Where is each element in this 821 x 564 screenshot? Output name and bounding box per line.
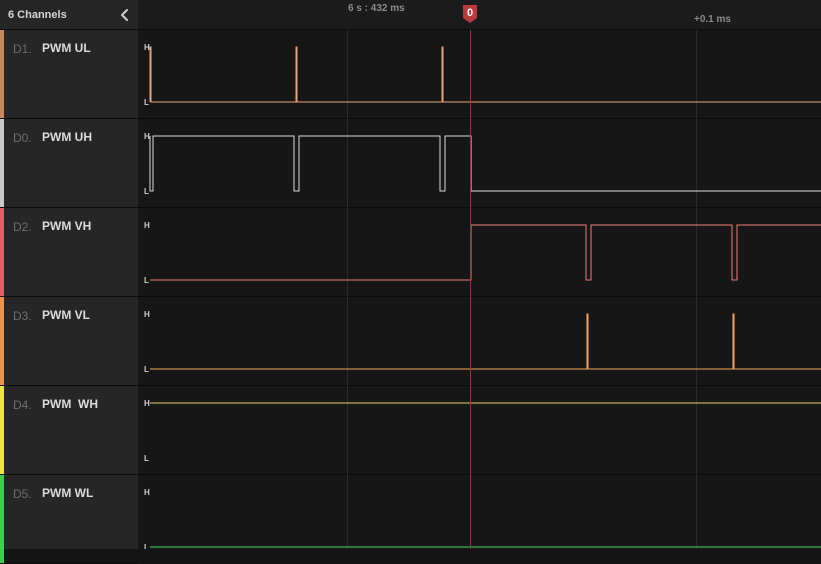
channel-name: PWM UH [42, 130, 92, 144]
waveform-canvas[interactable]: H L H L H L H L H L H L [138, 30, 821, 564]
channel-id: D1. [13, 42, 32, 56]
channel-sidebar: D1. PWM UL D0. PWM UH D2. PWM VH D3. PWM VL D4. P… [0, 30, 138, 564]
waveform-lane [138, 386, 821, 474]
level-high-label: H [144, 399, 150, 408]
channel-name: PWM UL [42, 41, 91, 55]
waveform-lane [138, 297, 821, 385]
channel-id: D3. [13, 309, 32, 323]
channel-color-strip [0, 119, 4, 207]
channel-color-strip [0, 475, 4, 563]
channel-row[interactable]: D5. PWM WL [0, 475, 138, 564]
channel-id: D5. [13, 487, 32, 501]
level-low-label: L [144, 98, 149, 107]
channel-color-strip [0, 386, 4, 474]
waveform-area[interactable]: H L H L H L H L H L H L [138, 30, 821, 564]
level-high-label: H [144, 221, 150, 230]
level-high-label: H [144, 43, 150, 52]
channel-name: PWM WL [42, 486, 94, 500]
waveform-lane [138, 119, 821, 207]
channel-row[interactable]: D2. PWM VH [0, 208, 138, 297]
level-low-label: L [144, 276, 149, 285]
channel-color-strip [0, 30, 4, 118]
channel-row[interactable]: D3. PWM VL [0, 297, 138, 386]
channel-row[interactable]: D1. PWM UL [0, 30, 138, 119]
channel-name: PWM WH [42, 397, 98, 411]
channel-row[interactable]: D0. PWM UH [0, 119, 138, 208]
channel-id: D2. [13, 220, 32, 234]
channel-id: D4. [13, 398, 32, 412]
level-low-label: L [144, 543, 149, 549]
level-high-label: H [144, 310, 150, 319]
waveform-lane [138, 475, 821, 563]
channel-row[interactable]: D4. PWM WH [0, 386, 138, 475]
channel-color-strip [0, 208, 4, 296]
level-high-label: H [144, 132, 150, 141]
channel-name: PWM VH [42, 219, 92, 233]
level-low-label: L [144, 454, 149, 463]
channel-count-label: 6 Channels [8, 9, 67, 21]
logic-analyzer-window: 6 Channels 6 s : 432 ms +0.1 ms D1. PWM U… [0, 0, 821, 564]
level-low-label: L [144, 365, 149, 374]
channel-id: D0. [13, 131, 32, 145]
channel-name: PWM VL [42, 308, 90, 322]
level-low-label: L [144, 187, 149, 196]
channel-color-strip [0, 297, 4, 385]
level-high-label: H [144, 488, 150, 497]
chevron-left-icon[interactable] [116, 6, 134, 24]
timeline-header[interactable]: 6 s : 432 ms +0.1 ms [138, 0, 821, 30]
sidebar-header: 6 Channels [0, 0, 138, 30]
marker-label: 0 [467, 7, 473, 19]
waveform-lane [138, 208, 821, 296]
time-marker[interactable]: 0 [461, 4, 479, 24]
time-offset-readout: +0.1 ms [694, 14, 731, 25]
waveform-lane [138, 30, 821, 118]
time-readout: 6 s : 432 ms [348, 3, 405, 14]
